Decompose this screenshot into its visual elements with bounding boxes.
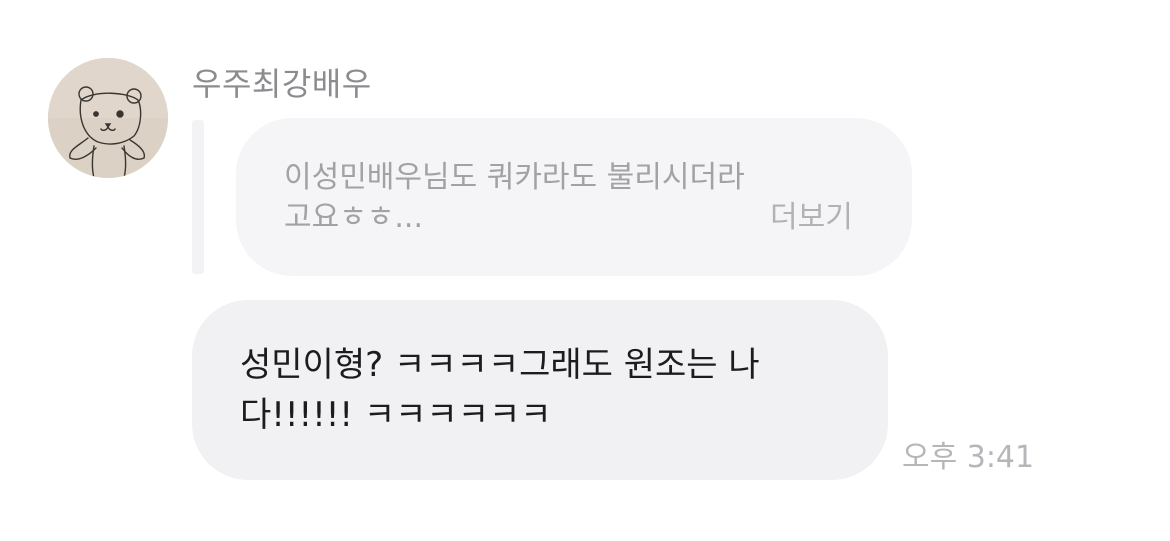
sender-name[interactable]: 우주최강배우 [192,64,372,104]
reply-indicator-bar [192,120,204,274]
avatar[interactable] [48,58,168,178]
message-timestamp: 오후 3:41 [902,440,1035,475]
quoted-reply-text: 이성민배우님도 쿼카라도 불리시더라고요ㅎㅎ... [284,160,745,235]
bear-drawing-avatar-icon [48,58,168,178]
message-text: 성민이형? ㅋㅋㅋㅋ그래도 원조는 나다!!!!!! ㅋㅋㅋㅋㅋㅋ [240,345,760,435]
show-more-link[interactable]: 더보기 [770,198,853,238]
